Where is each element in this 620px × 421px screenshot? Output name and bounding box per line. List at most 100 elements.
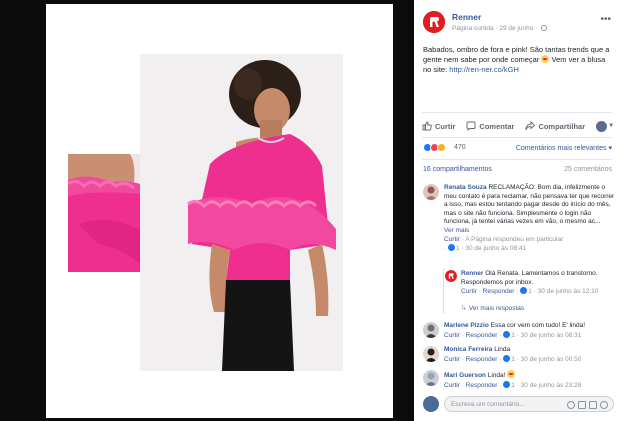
product-link[interactable]: http://ren-ner.co/kGH (449, 65, 519, 74)
like-reaction-icon (503, 330, 511, 338)
comment-input-placeholder: Escreva um comentário... (451, 401, 525, 408)
see-more-link[interactable]: Ver mais (444, 227, 616, 236)
comment-author[interactable]: Mari Guerson (444, 372, 486, 379)
avatar[interactable] (423, 370, 439, 386)
share-label: Compartilhar (538, 121, 586, 131)
reactions-row: 470 Comentários mais relevantes ▾ (414, 141, 620, 155)
comment-like-count[interactable]: 1 (528, 288, 532, 295)
more-options-icon[interactable]: ••• (600, 14, 611, 25)
reply-thread-line (443, 268, 444, 314)
photo-viewer[interactable] (0, 0, 414, 421)
comment-text: Linda! (487, 372, 506, 379)
comment-footer: Curtir · Responder · 1 · 30 de junho às … (461, 287, 599, 296)
avatar (596, 120, 608, 132)
sticker-icon[interactable] (600, 401, 608, 409)
comment-like-link[interactable]: Curtir (444, 332, 460, 339)
avatar[interactable] (423, 346, 439, 362)
comment-input[interactable]: Escreva um comentário... (444, 396, 614, 412)
reaction-count[interactable]: 470 (454, 144, 466, 151)
comment-footer: Curtir · Responder · 1 · 30 de junho às … (444, 380, 582, 389)
like-label: Curtir (435, 121, 456, 131)
post-actions: Curtir Comentar Compartilhar ▼ (414, 116, 620, 136)
comment-timestamp[interactable]: 30 de junho às 00:50 (521, 356, 582, 363)
comment-sort-dropdown[interactable]: Comentários mais relevantes ▾ (516, 144, 612, 152)
post-header: Renner Página curtida · 29 de junho · ••… (414, 0, 620, 40)
post-panel: Renner Página curtida · 29 de junho · ••… (414, 0, 620, 421)
comment-like-count[interactable]: 1 (511, 382, 515, 389)
comment-timestamp[interactable]: 30 de junho às 08:31 (521, 332, 582, 339)
comment-author[interactable]: Monica Ferreira (444, 346, 492, 353)
share-icon (525, 121, 536, 131)
comment-like-count[interactable]: 1 (511, 332, 515, 339)
page-name-link[interactable]: Renner (452, 12, 481, 22)
thumbs-up-icon (422, 121, 432, 131)
comment-tools (567, 401, 608, 409)
post-meta: Página curtida · 29 de junho · (452, 25, 548, 32)
like-button[interactable]: Curtir (422, 121, 455, 131)
like-reaction-icon (447, 244, 455, 252)
avatar (423, 396, 439, 412)
globe-icon (541, 25, 548, 31)
post-date-link[interactable]: 29 de junho (499, 25, 533, 32)
page-liked-label: Página curtida (452, 25, 494, 32)
like-reaction-icon (503, 354, 511, 362)
comment-timestamp[interactable]: 30 de junho às 12:10 (538, 288, 599, 295)
comment-sort-label: Comentários mais relevantes (515, 145, 607, 152)
camera-icon[interactable] (578, 401, 586, 409)
reaction-icons[interactable] (423, 143, 446, 152)
comment-timestamp[interactable]: 30 de junho às 08:41 (465, 245, 526, 252)
comment-button[interactable]: Comentar (466, 121, 514, 131)
comment-text: Linda (494, 346, 511, 353)
like-reaction-icon (503, 380, 511, 388)
comment-private-reply-note: A Página respondeu em particular (465, 235, 564, 243)
model-image (140, 54, 343, 371)
comment-reply-link[interactable]: Responder (466, 332, 498, 339)
heart-eyes-emoji-icon (507, 370, 516, 378)
comment-author[interactable]: Marlene Pizzio (444, 322, 489, 329)
comment-like-link[interactable]: Curtir (444, 356, 460, 363)
comment-like-count[interactable]: 1 (456, 245, 460, 252)
comments-count: 25 comentários (564, 166, 612, 173)
wow-reaction-icon (437, 143, 446, 152)
gif-icon[interactable] (589, 401, 597, 409)
share-button[interactable]: Compartilhar (525, 121, 585, 131)
like-reaction-icon (520, 287, 528, 295)
comment-reply-link[interactable]: Responder (483, 288, 515, 295)
comment-footer: Curtir · Responder · 1 · 30 de junho às … (444, 330, 582, 339)
post-photo[interactable] (46, 4, 393, 418)
renner-logo[interactable] (445, 270, 457, 282)
heart-eyes-emoji-icon (541, 55, 550, 63)
comment-like-link[interactable]: Curtir (444, 382, 460, 389)
divider (422, 159, 612, 160)
comment-reply-link[interactable]: Responder (466, 382, 498, 389)
comment-author[interactable]: Renata Souza (444, 184, 487, 191)
avatar[interactable] (423, 184, 439, 200)
shares-count-link[interactable]: 16 compartilhamentos (423, 166, 492, 173)
chevron-down-icon: ▾ (608, 145, 612, 152)
renner-logo[interactable] (423, 11, 445, 33)
reply-arrow-icon: ↳ (461, 305, 467, 312)
comment-footer: Curtir · Responder · 1 · 30 de junho às … (444, 354, 582, 363)
view-more-replies[interactable]: ↳ Ver mais respostas (461, 304, 524, 312)
meta-separator: · (535, 25, 538, 32)
comment-like-link[interactable]: Curtir (444, 236, 460, 243)
avatar[interactable] (423, 322, 439, 338)
comment-label: Comentar (479, 121, 515, 131)
comment-timestamp[interactable]: 30 de junho às 23:28 (521, 382, 582, 389)
comment-author[interactable]: Renner (461, 270, 483, 277)
comment-like-count[interactable]: 1 (511, 356, 515, 363)
divider (422, 112, 612, 113)
comment-reply-link[interactable]: Responder (466, 356, 498, 363)
comment-like-link[interactable]: Curtir (461, 288, 477, 295)
comment-footer: Curtir · A Página respondeu em particula… (444, 235, 564, 243)
write-comment-row: Escreva um comentário... (423, 395, 614, 413)
view-more-replies-label: Ver mais respostas (468, 305, 525, 312)
shares-row: 16 compartilhamentos 25 comentários (414, 165, 620, 177)
post-as-selector[interactable]: ▼ (596, 120, 615, 132)
emoji-icon[interactable] (567, 401, 575, 409)
divider (422, 137, 612, 138)
post-text: Babados, ombro de fora e pink! São tanta… (423, 45, 613, 75)
chevron-down-icon: ▼ (608, 123, 615, 129)
comment-footer-meta: · 1 · 30 de junho às 08:41 (444, 244, 527, 253)
comment-text: Essa cor vem com tudo! E' linda! (490, 322, 586, 329)
